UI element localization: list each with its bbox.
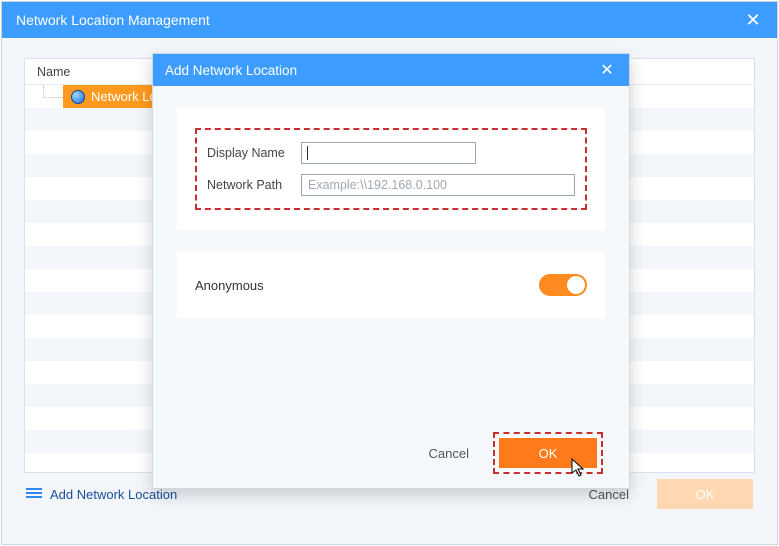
- main-title: Network Location Management: [16, 12, 210, 28]
- dialog-close-button[interactable]: ✕: [597, 60, 617, 80]
- highlighted-fields-area: Display Name Network Path: [195, 128, 587, 210]
- dialog-title: Add Network Location: [165, 63, 297, 78]
- dialog-titlebar: Add Network Location ✕: [153, 54, 629, 86]
- main-ok-button[interactable]: OK: [657, 479, 753, 509]
- display-name-label: Display Name: [207, 146, 293, 160]
- anonymous-label: Anonymous: [195, 278, 264, 293]
- network-path-label: Network Path: [207, 178, 293, 192]
- close-icon: ✕: [600, 60, 613, 80]
- list-icon: [26, 488, 42, 500]
- main-close-button[interactable]: ✕: [743, 10, 763, 30]
- toggle-knob-icon: [567, 276, 585, 294]
- anonymous-panel: Anonymous: [177, 252, 605, 318]
- text-caret-icon: [307, 146, 308, 160]
- highlighted-ok-area: OK: [493, 432, 603, 474]
- display-name-input[interactable]: [301, 142, 476, 164]
- tree-connector-icon: [43, 86, 63, 98]
- close-icon: ✕: [745, 10, 760, 31]
- globe-icon: [71, 90, 85, 104]
- dialog-ok-label: OK: [539, 446, 558, 461]
- add-location-dialog: Add Network Location ✕ Display Name Netw…: [152, 53, 630, 489]
- form-panel: Display Name Network Path: [177, 108, 605, 230]
- main-ok-label: OK: [696, 487, 715, 502]
- anonymous-toggle[interactable]: [539, 274, 587, 296]
- dialog-ok-button[interactable]: OK: [499, 438, 597, 468]
- column-name-header: Name: [37, 65, 70, 79]
- network-path-input[interactable]: [301, 174, 575, 196]
- main-titlebar: Network Location Management ✕: [2, 2, 777, 38]
- dialog-cancel-button[interactable]: Cancel: [429, 446, 469, 461]
